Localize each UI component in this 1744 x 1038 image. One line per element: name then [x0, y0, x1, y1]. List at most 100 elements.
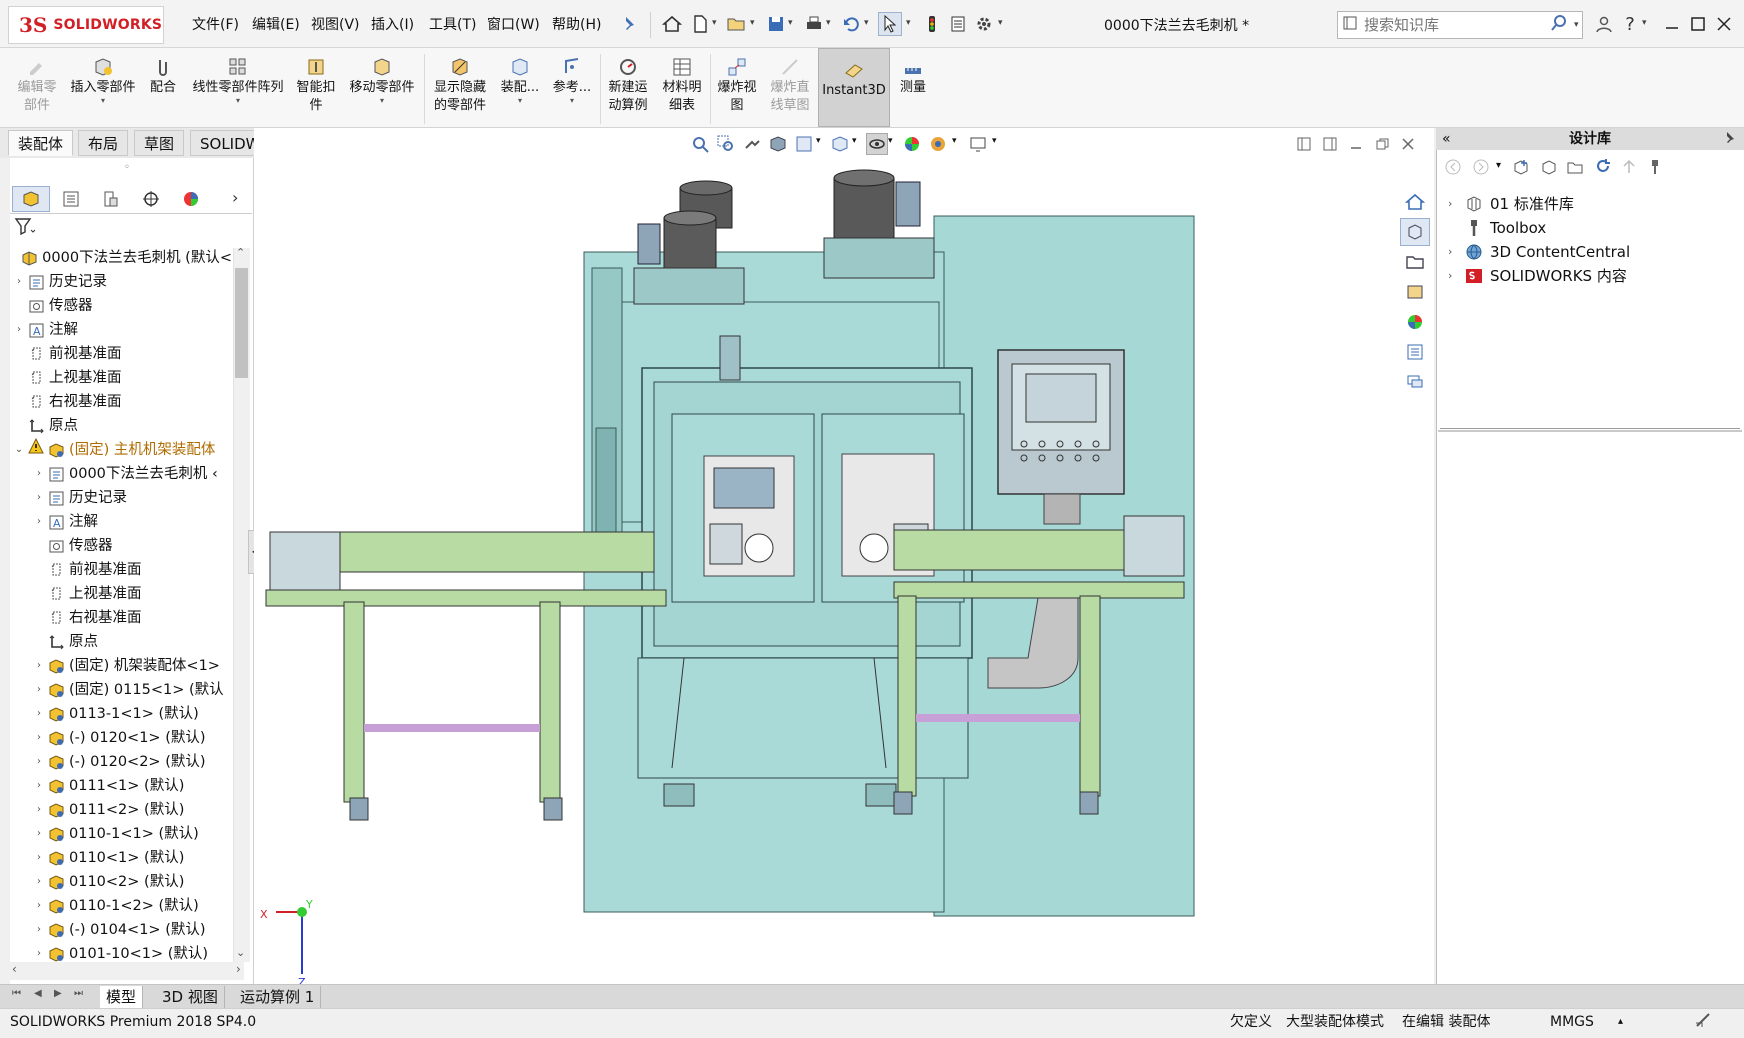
- tree-item[interactable]: 右视基准面: [10, 390, 232, 414]
- status-large-assembly-mode[interactable]: 大型装配体模式: [1286, 1011, 1384, 1033]
- expand-toggle-icon[interactable]: ›: [34, 750, 44, 774]
- custom-properties-icon[interactable]: [1400, 338, 1430, 366]
- viewport-restore-icon[interactable]: [1374, 136, 1396, 158]
- panel-grip[interactable]: ◦: [124, 162, 130, 173]
- machine-3d-model[interactable]: [254, 128, 1434, 984]
- home-icon[interactable]: [660, 12, 684, 36]
- display-manager-tab-icon[interactable]: [172, 186, 210, 212]
- apply-scene-icon[interactable]: [928, 134, 950, 156]
- add-to-library-icon[interactable]: [1512, 158, 1530, 180]
- reference-geometry-button[interactable]: 参考... ▾: [546, 56, 598, 124]
- menu-file[interactable]: 文件(F): [190, 14, 241, 36]
- view-settings-monitor-icon[interactable]: [968, 134, 990, 156]
- print-dropdown-icon[interactable]: ▾: [826, 18, 831, 28]
- expand-toggle-icon[interactable]: ›: [14, 270, 24, 294]
- scroll-up-icon[interactable]: ⌃: [236, 246, 245, 259]
- move-dropdown-icon[interactable]: ▾: [380, 97, 384, 105]
- tree-item[interactable]: › 0113-1<1> (默认): [10, 702, 232, 726]
- bill-of-materials-button[interactable]: 材料明 细表: [658, 56, 706, 124]
- options-dropdown-icon[interactable]: ▾: [998, 18, 1003, 28]
- tree-item[interactable]: 传感器: [10, 534, 232, 558]
- tab-assembly[interactable]: 装配体: [8, 130, 74, 156]
- expand-toggle-icon[interactable]: ›: [34, 918, 44, 942]
- tree-item[interactable]: › (固定) 0115<1> (默认: [10, 678, 232, 702]
- toolbox-button-icon[interactable]: [1646, 158, 1664, 180]
- edit-appearance-icon[interactable]: [902, 134, 924, 156]
- tree-item[interactable]: 原点: [10, 630, 232, 654]
- tree-item[interactable]: ⌄ (固定) 主机机架装配体: [10, 437, 232, 462]
- configuration-manager-tab-icon[interactable]: [92, 186, 130, 212]
- tab-3d-view[interactable]: 3D 视图: [156, 986, 225, 1008]
- design-library-icon[interactable]: [1400, 218, 1430, 246]
- tree-item[interactable]: 上视基准面: [10, 582, 232, 606]
- file-explorer-icon[interactable]: [1400, 248, 1430, 276]
- measure-button[interactable]: 测量: [892, 56, 934, 124]
- mate-button[interactable]: 配合: [144, 56, 182, 124]
- expand-icon[interactable]: ›: [1448, 240, 1458, 264]
- expand-toggle-icon[interactable]: ›: [34, 774, 44, 798]
- insert-component-dropdown-icon[interactable]: ▾: [101, 97, 105, 105]
- viewport-minimize-icon[interactable]: [1348, 136, 1370, 158]
- status-units[interactable]: MMGS: [1550, 1011, 1594, 1033]
- tree-item[interactable]: › 0110<2> (默认): [10, 870, 232, 894]
- library-node-3d-contentcentral[interactable]: › 3D ContentCentral: [1448, 240, 1630, 264]
- search-icon[interactable]: [1550, 14, 1568, 36]
- viewport-tile-right-icon[interactable]: [1322, 136, 1344, 158]
- dynamic-annotation-icon[interactable]: [794, 134, 816, 156]
- instant3d-button[interactable]: Instant3D: [818, 48, 890, 127]
- tab-sketch[interactable]: 草图: [134, 130, 185, 156]
- expand-toggle-icon[interactable]: ›: [34, 678, 44, 702]
- tabs-scroll-right-icon[interactable]: ›: [232, 188, 238, 207]
- reference-dropdown-icon[interactable]: ▾: [570, 97, 574, 105]
- tree-item[interactable]: › 0101-10<1> (默认): [10, 942, 232, 962]
- tab-model[interactable]: 模型: [100, 986, 144, 1008]
- pin-icon[interactable]: [618, 12, 642, 36]
- dimxpert-tab-icon[interactable]: [132, 186, 170, 212]
- quick-tips-icon[interactable]: [1694, 1011, 1712, 1033]
- create-new-folder-icon[interactable]: [1566, 158, 1584, 180]
- solidworks-forum-icon[interactable]: [1400, 368, 1430, 396]
- expand-toggle-icon[interactable]: ⌄: [14, 438, 24, 462]
- options-gear-icon[interactable]: [972, 12, 996, 36]
- expand-toggle-icon[interactable]: ›: [34, 510, 44, 534]
- tab-layout[interactable]: 布局: [78, 130, 129, 156]
- open-folder-icon[interactable]: [724, 12, 748, 36]
- tree-item[interactable]: › 0110<1> (默认): [10, 846, 232, 870]
- close-icon[interactable]: [1712, 12, 1736, 36]
- tree-item[interactable]: › 0110-1<1> (默认): [10, 822, 232, 846]
- pin-pane-icon[interactable]: [1722, 130, 1738, 150]
- expand-toggle-icon[interactable]: ›: [34, 654, 44, 678]
- print-icon[interactable]: [802, 12, 826, 36]
- tab-last-icon[interactable]: ⏭: [74, 988, 83, 999]
- pattern-dropdown-icon[interactable]: ▾: [236, 97, 240, 105]
- menu-help[interactable]: 帮助(H): [550, 14, 603, 36]
- hide-show-items-icon[interactable]: [866, 133, 888, 155]
- expand-toggle-icon[interactable]: ›: [34, 726, 44, 750]
- refresh-icon[interactable]: [1594, 158, 1612, 180]
- assembly-features-button[interactable]: 装配... ▾: [496, 56, 544, 124]
- tree-item[interactable]: 0000下法兰去毛刺机 (默认<: [10, 246, 232, 270]
- tab-first-icon[interactable]: ⏮: [12, 988, 21, 999]
- hscroll-right-icon[interactable]: ›: [236, 962, 241, 976]
- solidworks-resources-icon[interactable]: [1400, 188, 1430, 216]
- assembly-features-dropdown-icon[interactable]: ▾: [518, 97, 522, 105]
- insert-component-button[interactable]: 插入零部件 ▾: [66, 56, 140, 124]
- expand-toggle-icon[interactable]: ›: [34, 870, 44, 894]
- viewport-close-icon[interactable]: [1400, 136, 1422, 158]
- menu-view[interactable]: 视图(V): [309, 14, 362, 36]
- help-dropdown-icon[interactable]: ▾: [1642, 18, 1647, 28]
- edit-component-button[interactable]: 编辑零 部件: [12, 56, 62, 124]
- tree-item[interactable]: › 0000下法兰去毛刺机 ‹: [10, 462, 232, 486]
- graphics-viewport[interactable]: [254, 128, 1434, 984]
- select-cursor-icon[interactable]: [878, 12, 902, 36]
- smart-fasteners-button[interactable]: 智能扣 件: [292, 56, 340, 124]
- tree-item[interactable]: › 历史记录: [10, 270, 232, 294]
- solidworks-logo[interactable]: 3S SOLIDWORKS: [8, 6, 164, 44]
- expand-toggle-icon[interactable]: ›: [34, 798, 44, 822]
- menu-window[interactable]: 窗口(W): [485, 14, 542, 36]
- expand-toggle-icon[interactable]: ›: [34, 846, 44, 870]
- property-manager-tab-icon[interactable]: [52, 186, 90, 212]
- tree-item[interactable]: › A 注解: [10, 510, 232, 534]
- tree-item[interactable]: › (固定) 机架装配体<1>: [10, 654, 232, 678]
- explode-line-sketch-button[interactable]: 爆炸直 线草图: [764, 56, 816, 124]
